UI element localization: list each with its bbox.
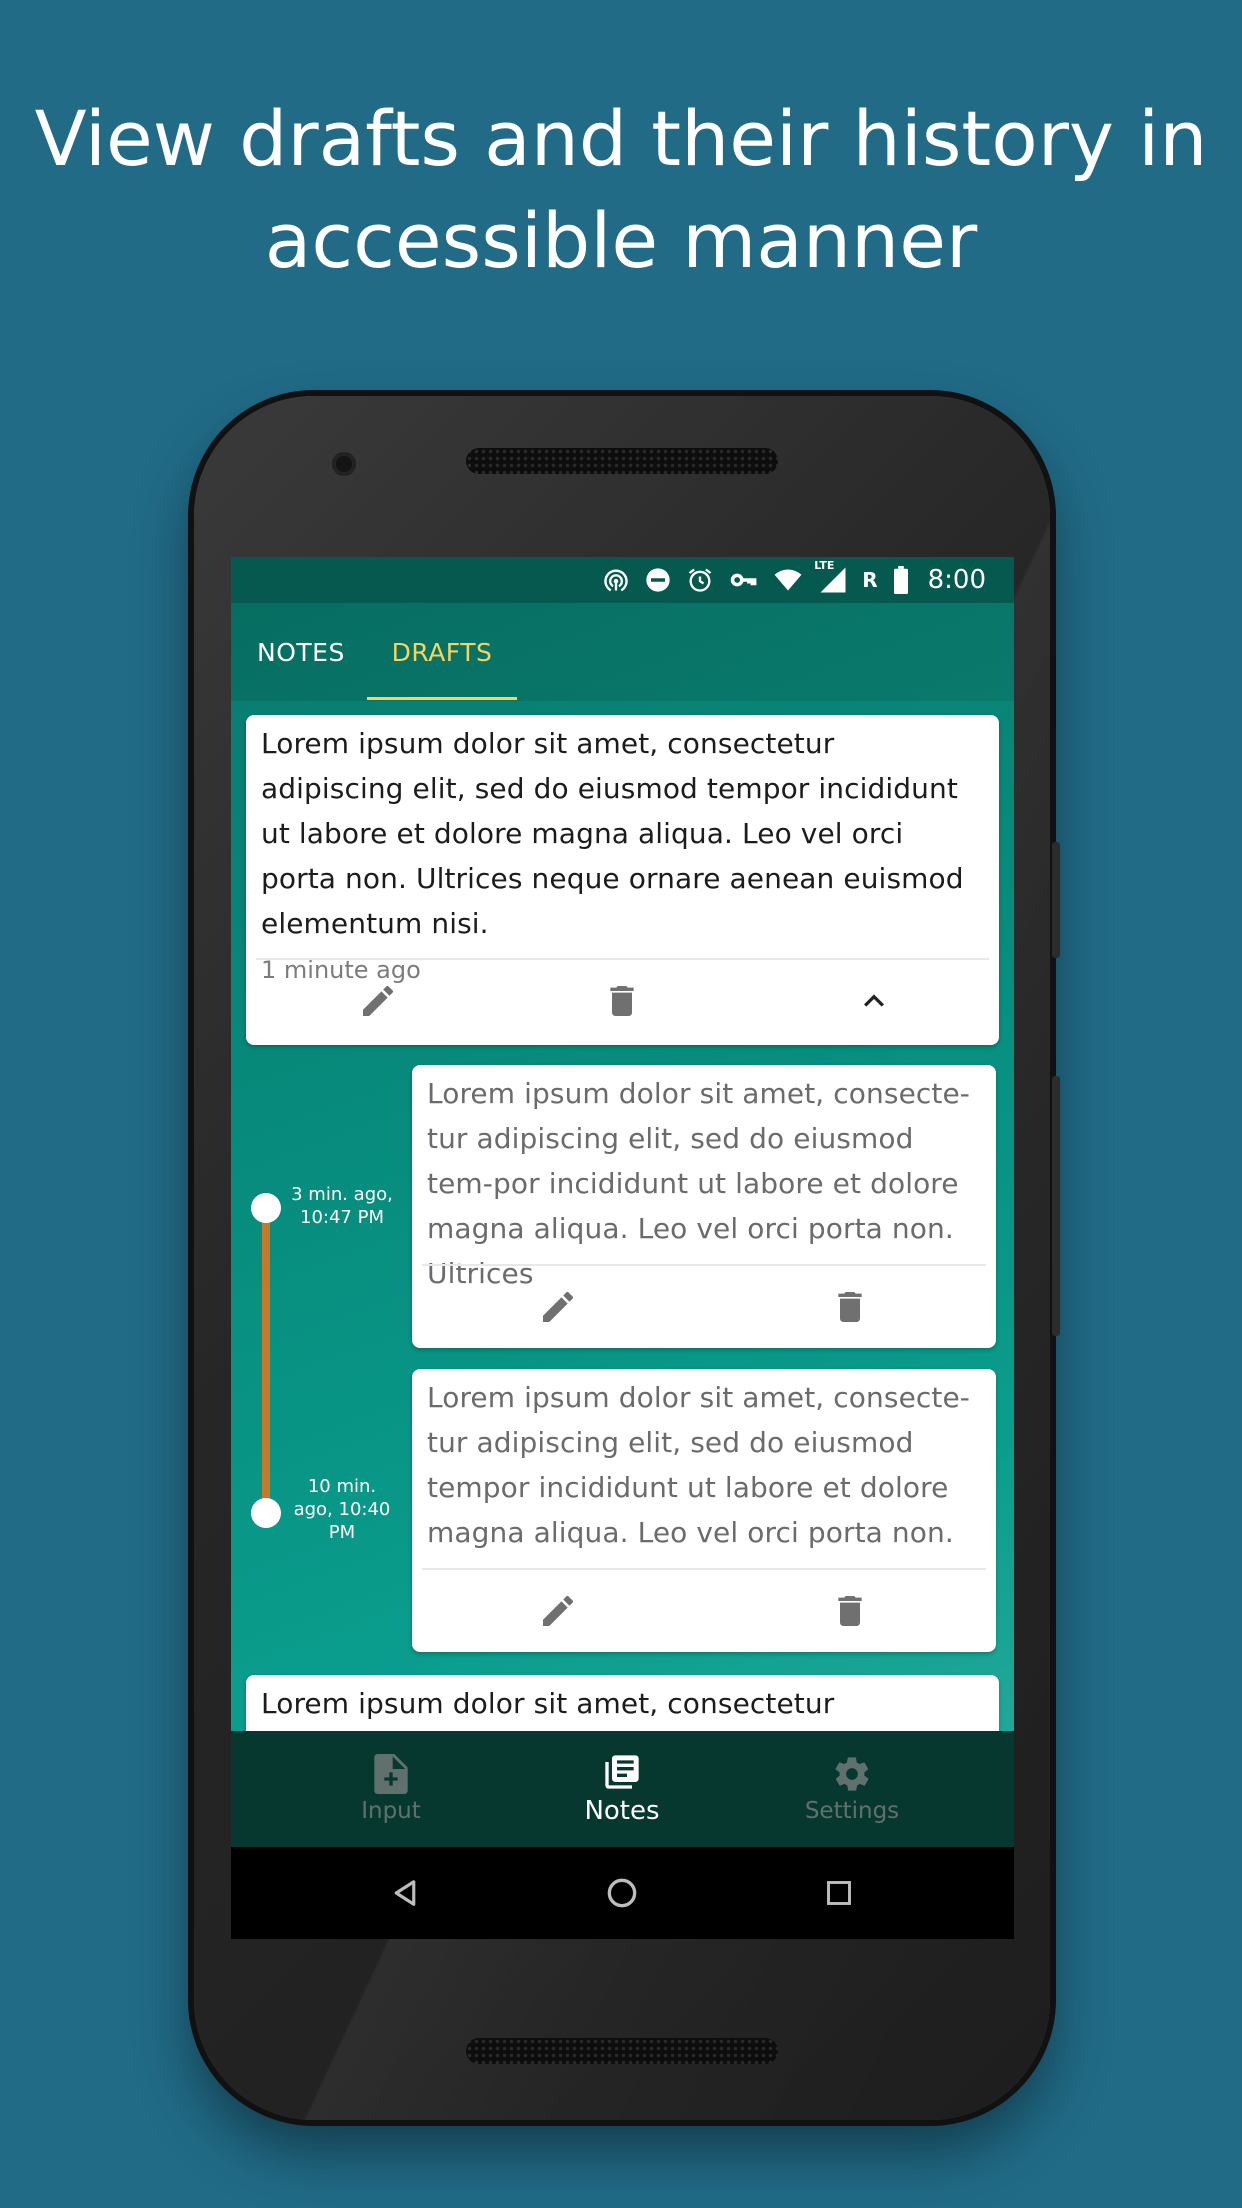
edit-button[interactable]	[534, 1587, 582, 1635]
roaming-label: R	[862, 568, 878, 592]
card-divider	[422, 1264, 986, 1266]
back-triangle-icon	[394, 1880, 416, 1906]
pencil-icon	[543, 1291, 573, 1322]
front-camera	[332, 452, 356, 476]
chevron-up-icon	[864, 994, 884, 1007]
history-timestamp: 10 min. ago, 10:40 PM	[293, 1476, 391, 1543]
nav-notes[interactable]: Notes	[522, 1731, 722, 1847]
nav-input-label: Input	[361, 1798, 421, 1824]
draft-text: Lorem ipsum dolor sit amet, consectetur …	[261, 727, 964, 940]
delete-button[interactable]	[826, 1587, 874, 1635]
back-button[interactable]	[387, 1875, 423, 1911]
lte-signal-icon: LTE	[814, 559, 848, 595]
timeline-dot	[251, 1498, 281, 1528]
note-add-icon	[374, 1754, 408, 1794]
card-divider	[422, 1568, 986, 1570]
bottom-speaker	[466, 2038, 778, 2064]
trash-icon	[610, 986, 634, 1016]
delete-button[interactable]	[826, 1283, 874, 1331]
home-button[interactable]	[604, 1875, 640, 1911]
draft-card[interactable]: Lorem ipsum dolor sit amet, consectetur …	[246, 715, 999, 1045]
status-time: 8:00	[927, 565, 986, 595]
battery-icon	[892, 566, 910, 594]
notes-icon	[605, 1755, 639, 1789]
pencil-icon	[543, 1595, 573, 1626]
vpn-key-icon	[728, 566, 758, 594]
volume-button	[1052, 842, 1060, 958]
nav-notes-label: Notes	[584, 1796, 660, 1826]
card-divider	[256, 958, 989, 960]
nav-settings-label: Settings	[804, 1798, 900, 1824]
collapse-history-button[interactable]	[850, 977, 898, 1025]
nav-input[interactable]: Input	[291, 1731, 491, 1847]
hotspot-icon	[602, 566, 630, 594]
tab-drafts[interactable]: DRAFTS	[367, 603, 517, 701]
edit-button[interactable]	[354, 977, 402, 1025]
history-timeline	[262, 1209, 270, 1514]
headline-line-2: accessible manner	[264, 196, 978, 285]
tab-bar: NOTES DRAFTS	[231, 603, 1014, 701]
trash-icon	[838, 1596, 862, 1626]
app-screen: LTE R 8:00 NOTES DRAFTS Lorem ipsum dolo…	[231, 557, 1014, 1939]
tab-indicator	[367, 697, 517, 700]
headline-line-1: View drafts and their history in	[34, 94, 1208, 183]
history-text: Lorem ipsum dolor sit amet, consecte-tur…	[427, 1077, 971, 1290]
do-not-disturb-icon	[644, 566, 672, 594]
lte-label: LTE	[814, 559, 835, 572]
timeline-dot	[251, 1193, 281, 1223]
history-card[interactable]: Lorem ipsum dolor sit amet, consecte-tur…	[412, 1369, 996, 1652]
nav-settings[interactable]: Settings	[752, 1731, 952, 1847]
home-circle-icon	[607, 1878, 637, 1908]
alarm-icon	[686, 566, 714, 594]
trash-icon	[838, 1292, 862, 1322]
power-button	[1052, 1076, 1060, 1336]
headline: View drafts and their history in accessi…	[0, 88, 1242, 292]
status-bar: LTE R 8:00	[231, 557, 1014, 603]
history-text: Lorem ipsum dolor sit amet, consecte-tur…	[427, 1381, 971, 1549]
history-card[interactable]: Lorem ipsum dolor sit amet, consecte-tur…	[412, 1065, 996, 1348]
pencil-icon	[363, 985, 393, 1016]
history-timestamp: 3 min. ago, 10:47 PM	[291, 1184, 393, 1228]
delete-button[interactable]	[598, 977, 646, 1025]
edit-button[interactable]	[534, 1283, 582, 1331]
wifi-icon	[772, 566, 804, 594]
recents-button[interactable]	[821, 1875, 857, 1911]
bottom-navigation: Input Notes Settings	[231, 1731, 1014, 1847]
gear-icon	[835, 1757, 869, 1791]
system-navigation-bar	[231, 1847, 1014, 1939]
tab-notes[interactable]: NOTES	[257, 603, 345, 701]
recents-square-icon	[827, 1881, 851, 1905]
top-speaker	[466, 448, 778, 474]
